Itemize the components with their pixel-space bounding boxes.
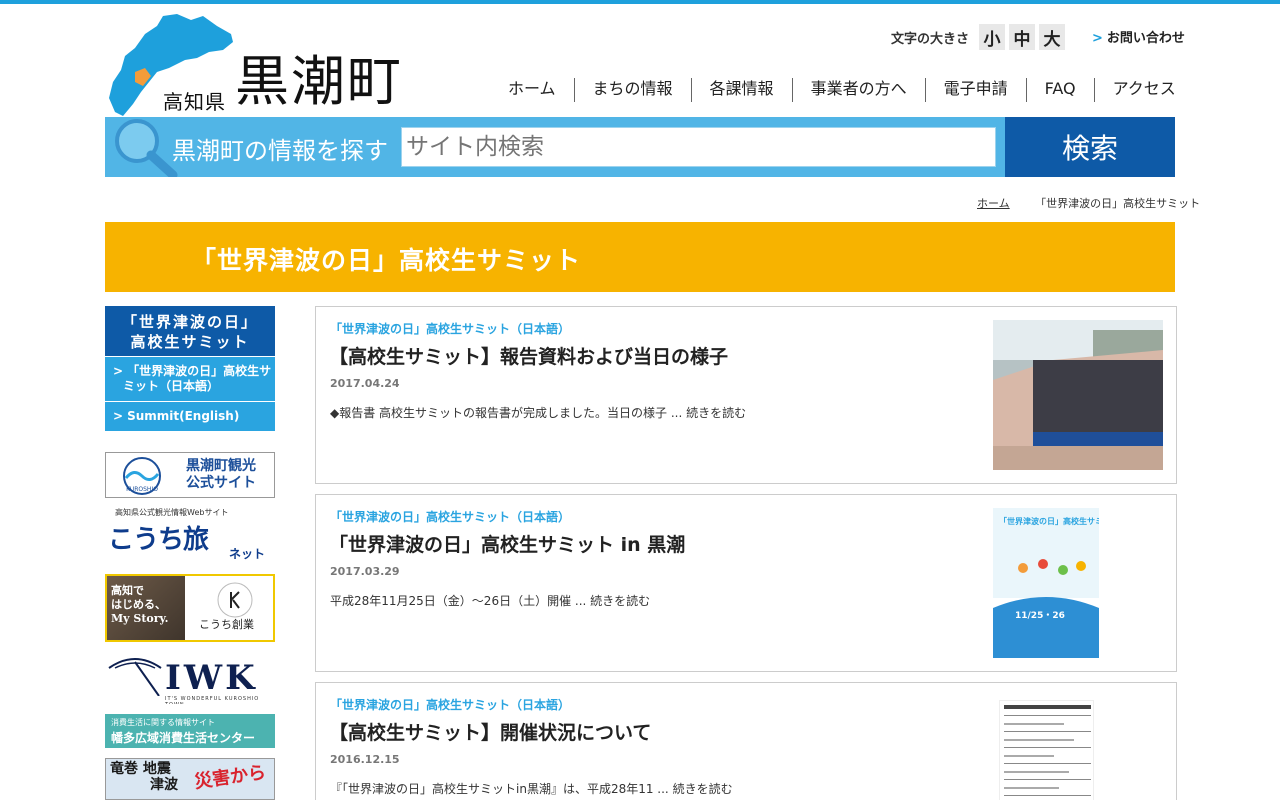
summit-poster-image: 「世界津波の日」高校生サミット in黒潮 11/25・26	[993, 508, 1099, 658]
article-card[interactable]: 「世界津波の日」高校生サミット（日本語） 【高校生サミット】報告資料および当日の…	[315, 306, 1177, 484]
banner-iwk[interactable]: IWK IT'S WONDERFUL KUROSHIO TOWN	[105, 652, 275, 704]
banner-kochi-tabi[interactable]: 高知県公式観光情報Webサイト こうち旅 ネット	[105, 505, 275, 565]
disaster-line: 津波	[150, 777, 178, 793]
banner-disaster[interactable]: 竜巻 地震 津波 災害から	[105, 758, 275, 800]
top-accent-line	[0, 0, 1280, 4]
photo-text-line: はじめる、	[111, 598, 166, 611]
article-card[interactable]: 「世界津波の日」高校生サミット（日本語） 【高校生サミット】開催状況について 2…	[315, 682, 1177, 800]
disaster-line: 竜巻 地震	[110, 761, 171, 777]
article-category[interactable]: 「世界津波の日」高校生サミット（日本語）	[330, 320, 570, 337]
article-title[interactable]: 「世界津波の日」高校生サミット in 黒潮	[329, 530, 685, 557]
page-title-bar: 「世界津波の日」高校生サミット	[105, 222, 1175, 292]
nav-departments[interactable]: 各課情報	[690, 78, 792, 102]
sidebar-item-label: 「世界津波の日」高校生サ	[127, 364, 272, 378]
nav-access[interactable]: アクセス	[1093, 78, 1194, 102]
banner-kuroshio-tourism[interactable]: KUROSHIO 黒潮町観光 公式サイト	[105, 452, 275, 498]
article-thumbnail[interactable]: 「世界津波の日」高校生サミット in黒潮 11/25・26	[993, 508, 1099, 658]
k-circle-logo-icon	[217, 582, 253, 618]
font-size-small-button[interactable]: 小	[979, 24, 1006, 50]
sidebar-heading-line2: 高校生サミット	[130, 333, 250, 351]
sidebar-heading: 「世界津波の日」 高校生サミット	[105, 306, 275, 356]
banner-disaster-red-text: 災害から	[193, 762, 268, 793]
svg-text:「世界津波の日」高校生サミット in黒潮: 「世界津波の日」高校生サミット in黒潮	[999, 516, 1099, 526]
read-more-link[interactable]: 続きを読む	[590, 594, 650, 608]
contact-label: お問い合わせ	[1106, 31, 1185, 46]
banner-kochi-sogyo[interactable]: 高知で はじめる、 My Story. こうち創業	[105, 574, 275, 642]
excerpt-text: 『「世界津波の日」高校生サミットin黒潮』は、平成28年11 ...	[330, 782, 673, 796]
sidebar-item-summit-japanese[interactable]: > 「世界津波の日」高校生サ ミット（日本語）	[105, 356, 275, 401]
prefecture-label: 高知県	[163, 90, 226, 114]
group-photo-image	[993, 320, 1163, 470]
font-size-label: 文字の大きさ	[891, 31, 970, 47]
photo-text-line: My Story.	[111, 612, 169, 625]
article-card[interactable]: 「世界津波の日」高校生サミット（日本語） 「世界津波の日」高校生サミット in …	[315, 494, 1177, 672]
search-label: 黒潮町の情報を探す	[172, 137, 388, 165]
banner-line1: 黒潮町観光	[186, 458, 256, 474]
article-title[interactable]: 【高校生サミット】開催状況について	[329, 718, 651, 745]
global-nav: ホーム まちの情報 各課情報 事業者の方へ 電子申請 FAQ アクセス	[490, 78, 1194, 102]
excerpt-text: ◆報告書 高校生サミットの報告書が完成しました。当日の様子 ...	[330, 406, 687, 420]
search-bar: 黒潮町の情報を探す 検索	[105, 117, 1175, 177]
article-date: 2016.12.15	[330, 753, 400, 766]
contact-link[interactable]: > お問い合わせ	[1092, 27, 1185, 46]
nav-home[interactable]: ホーム	[490, 78, 574, 102]
site-logo[interactable]: 高知県 黒潮町	[105, 12, 415, 116]
read-more-link[interactable]: 続きを読む	[673, 782, 733, 796]
page-title: 「世界津波の日」高校生サミット	[191, 246, 582, 275]
chevron-right-icon: >	[113, 409, 124, 423]
banner-small-text: 消費生活に関する情報サイト	[111, 718, 215, 727]
article-thumbnail[interactable]	[999, 700, 1094, 800]
palm-tree-icon	[108, 658, 162, 696]
kuroshio-logo-icon: KUROSHIO	[123, 457, 161, 495]
banner-right-text: こうち創業	[199, 618, 254, 631]
breadcrumb-home-link[interactable]: ホーム	[977, 197, 1010, 210]
article-excerpt: 『「世界津波の日」高校生サミットin黒潮』は、平成28年11 ... 続きを読む	[330, 780, 733, 797]
breadcrumb: ホーム 「世界津波の日」高校生サミット	[977, 195, 1200, 211]
font-size-large-button[interactable]: 大	[1039, 24, 1066, 50]
search-input[interactable]	[401, 127, 996, 167]
banner-photo-text: 高知で はじめる、 My Story.	[111, 584, 169, 626]
sidebar-item-summit-english[interactable]: > Summit(English)	[105, 401, 275, 431]
svg-text:11/25・26: 11/25・26	[1015, 611, 1065, 621]
font-size-medium-button[interactable]: 中	[1009, 24, 1036, 50]
banner-net-text: ネット	[229, 547, 266, 561]
font-size-switcher: 文字の大きさ 小 中 大	[891, 24, 1066, 50]
banner-big-text: 幡多広域消費生活センター	[111, 731, 256, 745]
search-button[interactable]: 検索	[1005, 117, 1175, 177]
chevron-right-icon: >	[1092, 31, 1103, 46]
photo-text-line: 高知で	[111, 584, 144, 597]
banner-line2: 公式サイト	[186, 475, 256, 491]
banner-iwk-caption: IT'S WONDERFUL KUROSHIO TOWN	[165, 696, 260, 704]
banner-small-text: 高知県公式観光情報Webサイト	[115, 508, 229, 517]
article-category[interactable]: 「世界津波の日」高校生サミット（日本語）	[330, 696, 570, 713]
nav-town-info[interactable]: まちの情報	[573, 78, 691, 102]
article-title[interactable]: 【高校生サミット】報告資料および当日の様子	[329, 342, 728, 369]
excerpt-text: 平成28年11月25日（金）～26日（土）開催 ...	[330, 594, 591, 608]
sidebar-item-label: Summit(English)	[127, 409, 240, 423]
chevron-right-icon: >	[113, 364, 124, 378]
sidebar-heading-line1: 「世界津波の日」	[121, 313, 258, 331]
banner-big-text: こうち旅	[108, 525, 209, 555]
read-more-link[interactable]: 続きを読む	[686, 406, 746, 420]
article-category[interactable]: 「世界津波の日」高校生サミット（日本語）	[330, 508, 570, 525]
article-excerpt: 平成28年11月25日（金）～26日（土）開催 ... 続きを読む	[330, 592, 650, 609]
nav-e-application[interactable]: 電子申請	[924, 78, 1026, 102]
sidebar-item-label-cont: ミット（日本語）	[123, 379, 220, 393]
article-thumbnail[interactable]	[993, 320, 1163, 470]
magnifier-icon	[115, 119, 178, 177]
nav-business[interactable]: 事業者の方へ	[791, 78, 925, 102]
banner-consumer-center[interactable]: 消費生活に関する情報サイト 幡多広域消費生活センター	[105, 714, 275, 748]
nav-faq[interactable]: FAQ	[1025, 78, 1094, 102]
svg-text:KUROSHIO: KUROSHIO	[126, 486, 158, 493]
banner-iwk-text: IWK	[165, 658, 258, 698]
banner-disaster-text: 竜巻 地震 津波	[110, 761, 178, 793]
schedule-document-image	[1000, 701, 1093, 800]
breadcrumb-current: 「世界津波の日」高校生サミット	[1035, 197, 1201, 210]
article-date: 2017.03.29	[330, 565, 400, 578]
article-excerpt: ◆報告書 高校生サミットの報告書が完成しました。当日の様子 ... 続きを読む	[330, 404, 746, 421]
town-name: 黒潮町	[235, 50, 403, 113]
banner-text: 黒潮町観光 公式サイト	[174, 458, 268, 492]
article-date: 2017.04.24	[330, 377, 400, 390]
